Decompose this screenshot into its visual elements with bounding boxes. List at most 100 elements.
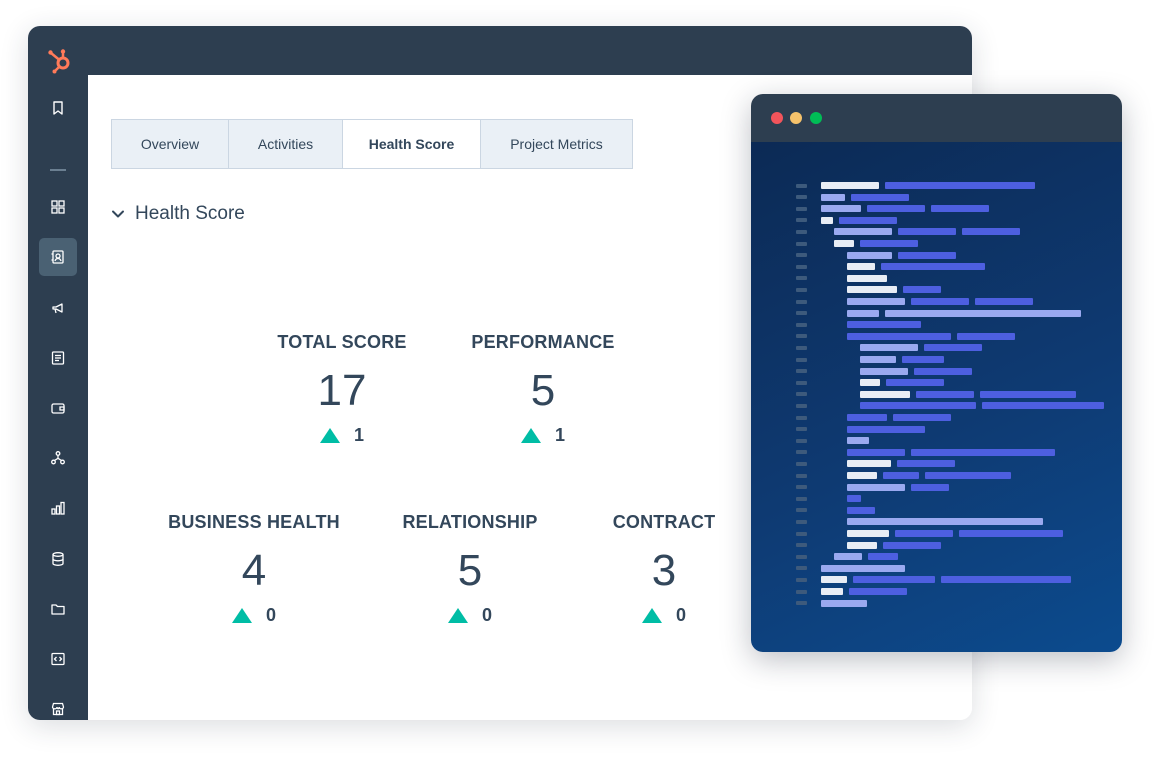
line-number-marker <box>796 311 807 316</box>
line-number-marker <box>796 299 807 304</box>
change-value: 1 <box>554 425 565 445</box>
code-line-segment <box>821 205 861 213</box>
code-line-segment <box>925 472 1011 479</box>
nav-divider <box>50 169 66 171</box>
code-line-segment <box>847 506 875 514</box>
nav-bookmarks[interactable] <box>39 89 77 127</box>
line-number-marker <box>796 287 807 292</box>
code-window <box>751 94 1122 652</box>
nav-automation[interactable] <box>39 439 77 477</box>
line-number-marker <box>796 589 807 594</box>
up-triangle-icon <box>641 608 662 623</box>
change-value: 0 <box>481 605 492 625</box>
code-line-segment <box>847 437 869 445</box>
up-triangle-icon <box>231 608 252 623</box>
nav-library[interactable] <box>39 590 77 628</box>
line-number-marker <box>796 206 807 211</box>
nav-reporting[interactable] <box>39 489 77 527</box>
metric-label: PERFORMANCE <box>471 332 615 352</box>
line-number-marker <box>796 345 807 350</box>
metric-contract: CONTRACT 3 0 <box>574 512 754 626</box>
line-number-marker <box>796 276 807 281</box>
maximize-dot-icon[interactable] <box>810 112 822 124</box>
code-line-segment <box>941 576 1071 584</box>
code-line-segment <box>847 414 887 421</box>
nav-development[interactable] <box>39 640 77 678</box>
metric-value: 5 <box>530 366 556 415</box>
code-line-segment <box>847 321 921 329</box>
code-line-segment <box>881 263 985 271</box>
tab-activities[interactable]: Activities <box>229 120 343 168</box>
metric-change: 0 <box>574 605 754 626</box>
workflow-icon <box>51 451 65 465</box>
code-line-segment <box>860 390 910 398</box>
nav-commerce[interactable] <box>39 389 77 427</box>
code-line-segment <box>834 553 862 561</box>
code-window-titlebar <box>751 94 1122 142</box>
nav-content[interactable] <box>39 339 77 377</box>
code-line-segment <box>847 541 877 549</box>
code-line-segment <box>834 228 892 236</box>
code-line-segment <box>860 344 918 352</box>
tab-bar: Overview Activities Health Score Project… <box>111 119 633 169</box>
line-number-marker <box>796 183 807 188</box>
code-line-segment <box>911 448 1055 456</box>
section-toggle[interactable]: Health Score <box>111 203 245 225</box>
code-line-segment <box>897 460 955 468</box>
nav-contacts[interactable] <box>39 238 77 276</box>
line-number-marker <box>796 496 807 501</box>
database-icon <box>52 552 64 566</box>
tab-overview[interactable]: Overview <box>112 120 229 168</box>
change-value: 0 <box>675 605 686 625</box>
line-number-marker <box>796 485 807 490</box>
code-line-segment <box>847 483 905 491</box>
reports-icon <box>51 501 65 515</box>
code-line-segment <box>980 390 1076 398</box>
code-line-segment <box>847 518 1043 526</box>
code-line-segment <box>821 182 879 189</box>
tab-project-metrics[interactable]: Project Metrics <box>481 120 632 168</box>
metric-label: CONTRACT <box>612 512 716 532</box>
code-line-segment <box>911 298 969 305</box>
line-number-marker <box>796 566 807 571</box>
close-dot-icon[interactable] <box>771 112 783 124</box>
nav-data[interactable] <box>39 540 77 578</box>
code-line-segment <box>885 182 1035 189</box>
code-line-segment <box>821 576 847 584</box>
section-title: Health Score <box>135 203 245 224</box>
up-triangle-icon <box>447 608 468 623</box>
code-line-segment <box>911 483 949 491</box>
nav-marketplace[interactable] <box>39 690 77 720</box>
line-number-marker <box>796 403 807 408</box>
code-line-segment <box>867 205 925 213</box>
code-line-segment <box>821 216 833 224</box>
code-line-segment <box>853 576 935 584</box>
change-value: 1 <box>353 425 364 445</box>
code-icon <box>51 652 65 666</box>
code-line-segment <box>860 240 918 247</box>
chevron-down-icon <box>112 210 124 218</box>
code-line-segment <box>982 402 1104 410</box>
code-line-segment <box>957 332 1015 340</box>
line-number-marker <box>796 322 807 327</box>
code-line-segment <box>821 599 867 607</box>
code-line-segment <box>916 390 974 398</box>
nav-dashboard[interactable] <box>39 188 77 226</box>
line-number-marker <box>796 334 807 339</box>
code-line-segment <box>821 588 843 595</box>
minimize-dot-icon[interactable] <box>790 112 802 124</box>
code-line-segment <box>839 216 897 224</box>
code-line-segment <box>931 205 989 213</box>
tab-health-score[interactable]: Health Score <box>343 120 481 168</box>
marketplace-icon <box>51 702 65 716</box>
metric-total-score: TOTAL SCORE 17 1 <box>242 332 442 446</box>
code-line-segment <box>883 541 941 549</box>
hubspot-logo-icon[interactable] <box>47 48 73 74</box>
nav-marketing[interactable] <box>39 289 77 327</box>
code-line-segment <box>898 228 956 236</box>
change-value: 0 <box>265 605 276 625</box>
code-line-segment <box>860 402 976 410</box>
code-line-segment <box>898 251 956 259</box>
metric-label: RELATIONSHIP <box>402 512 538 532</box>
code-line-segment <box>847 495 861 503</box>
